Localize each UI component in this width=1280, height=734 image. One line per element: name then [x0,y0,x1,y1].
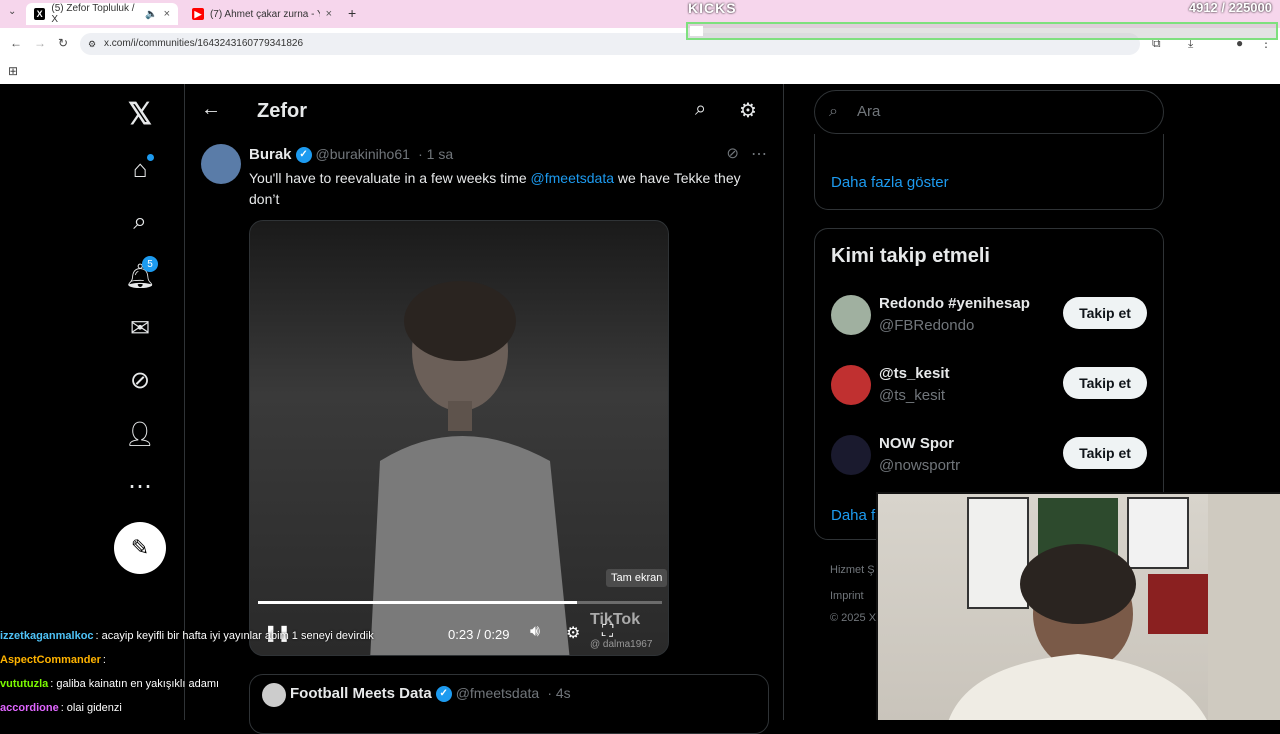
youtube-favicon-icon: ▶ [192,8,204,20]
follow-button[interactable]: Takip et [1063,367,1147,399]
browser-chrome: ⌄ X (5) Zefor Topluluk / X 🔈 × ▶ (7) Ahm… [0,0,1280,84]
back-arrow-icon[interactable]: ← [201,98,221,121]
avatar[interactable] [831,365,871,405]
search-input[interactable]: ⌕ Ara [814,90,1164,134]
tweet[interactable]: Burak ✓ @burakiniho61 · 1 sa ⊘ ⋯ You'll ha… [185,140,783,660]
tab-list-chevron-icon[interactable]: ⌄ [8,6,16,17]
footer-copyright: © 2025 X [830,612,877,624]
home-icon[interactable]: ⌂ [120,150,160,190]
close-tab-icon[interactable]: × [164,8,170,20]
who-to-follow-title: Kimi takip etmeli [831,245,990,267]
verified-badge-icon: ✓ [295,147,312,164]
tab-youtube[interactable]: ▶ (7) Ahmet çakar zurna - YouTub × [184,3,340,25]
verified-badge-icon: ✓ [435,686,452,703]
follow-button[interactable]: Takip et [1063,437,1147,469]
forward-nav-icon[interactable]: → [34,36,46,50]
close-tab-icon[interactable]: × [326,8,332,20]
chat-message: izzetkaganmalkoc : acayip keyifli bir ha… [0,630,374,642]
follow-suggestion[interactable]: NOW Spor @nowsportr Takip et [831,431,1151,481]
fullscreen-icon[interactable]: ⛶ [602,623,613,641]
site-info-icon[interactable]: ⚙ [88,33,96,55]
home-dot [147,154,154,161]
tiktok-watermark: TikTok [590,611,641,628]
more-options-icon[interactable]: ⋯ [751,144,767,164]
tweet-author[interactable]: Burak ✓ @burakiniho61 · 1 sa [249,146,453,164]
grok-icon[interactable]: ⊘ [120,360,160,400]
gear-icon[interactable]: ⚙ [739,98,757,123]
follow-suggestion[interactable]: @ts_kesit @ts_kesit Takip et [831,361,1151,411]
footer-link[interactable]: Imprint [830,590,864,602]
tweet-time[interactable]: · 1 sa [418,146,453,162]
tab-zefor[interactable]: X (5) Zefor Topluluk / X 🔈 × [26,3,178,25]
x-logo-icon[interactable]: 𝕏 [120,94,160,134]
profile-icon[interactable]: 👤︎ [120,414,160,454]
video-time: 0:23 / 0:29 [448,627,510,642]
search-icon[interactable]: ⌕ [120,202,160,242]
kicks-progress-bar [686,22,1278,40]
community-header: ← Zefor ⌕ ⚙ [185,84,783,140]
chat-message: AspectCommander : [0,654,106,666]
follow-suggestion[interactable]: Redondo #yenihesap @FBRedondo Takip et [831,291,1151,341]
back-nav-icon[interactable]: ← [10,36,22,50]
volume-icon[interactable]: 🔊︎ [530,623,540,641]
follow-button[interactable]: Takip et [1063,297,1147,329]
reload-icon[interactable]: ↻ [58,36,68,50]
fullscreen-tooltip: Tam ekran [606,569,668,587]
avatar[interactable] [831,435,871,475]
mute-icon[interactable]: 🔈 [145,9,157,20]
kicks-progress-fill [690,26,703,36]
trends-card: Daha fazla göster [814,134,1164,210]
page-title: Zefor [257,100,307,122]
bookmarks-bar: ⊞ [0,60,1280,84]
new-tab-icon[interactable]: + [348,5,356,21]
bell-icon[interactable]: 🔔︎ 5 [120,256,160,296]
post-button[interactable]: ✎ [114,522,166,574]
tweet-text: You'll have to reevaluate in a few weeks… [249,170,741,207]
more-icon[interactable]: ⋯ [120,466,160,506]
chat-message: accordione : olai gidenzi [0,702,122,714]
avatar[interactable] [831,295,871,335]
notifications-badge: 5 [142,256,158,272]
video-scrubber[interactable] [258,601,662,604]
grok-icon[interactable]: ⊘ [726,144,739,162]
tiktok-username: @ dalma1967 [590,639,653,650]
kicks-count: 4912 / 225000 [1188,0,1272,15]
show-more-link[interactable]: Daha fazla göster [831,174,949,191]
mention-link[interactable]: @fmeetsdata [531,170,614,186]
footer-link[interactable]: Hizmet Ş [830,564,875,576]
kicks-label: KICKS [688,0,737,16]
tab-title: (5) Zefor Topluluk / X [51,3,135,25]
apps-grid-icon[interactable]: ⊞ [8,64,18,78]
search-icon: ⌕ [829,103,838,120]
feather-icon: ✎ [130,535,150,560]
video-player[interactable]: Tam ekran TikTok @ dalma1967 ❚❚ 0:23 / 0… [249,220,669,656]
tab-title: (7) Ahmet çakar zurna - YouTub [209,8,320,20]
video-frame-person [370,281,570,655]
webcam-overlay [876,492,1280,720]
x-favicon-icon: X [34,8,46,20]
avatar[interactable] [201,144,241,184]
stream-chat: izzetkaganmalkoc : acayip keyifli bir ha… [0,624,420,720]
chat-message: vututuzla : galiba kainatın en yakışıklı… [0,678,220,690]
tweet-handle[interactable]: @burakiniho61 [316,146,410,162]
search-icon[interactable]: ⌕ [695,98,706,121]
webcam-streamer-image [948,494,1280,720]
video-progress [258,601,578,604]
mail-icon[interactable]: ✉ [120,308,160,348]
settings-icon[interactable]: ⚙ [566,623,580,643]
